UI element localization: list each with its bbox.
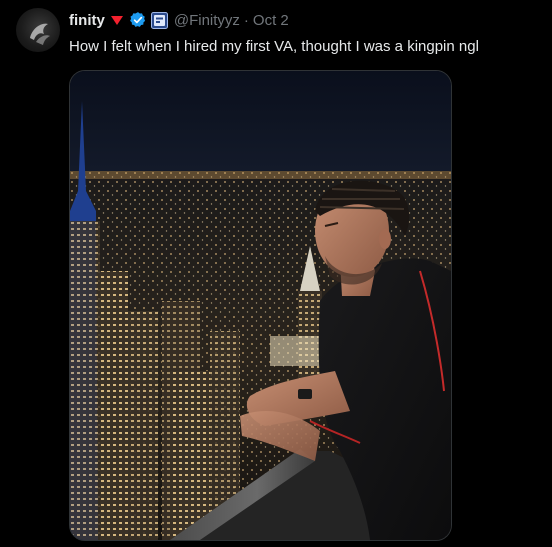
tweet-text: How I felt when I hired my first VA, tho… (69, 38, 479, 55)
tweet-media-photo[interactable] (69, 70, 452, 541)
verified-badge-icon[interactable] (129, 11, 147, 29)
tweet-date[interactable]: Oct 2 (253, 12, 289, 29)
user-handle[interactable]: @Finityyz (174, 12, 240, 29)
tweet-card[interactable]: finity @Finityyz · Oct 2 How I felt when… (0, 0, 552, 547)
affiliate-badge-icon[interactable] (150, 11, 168, 29)
tweet-header: finity @Finityyz · Oct 2 (69, 9, 289, 31)
red-triangle-emoji-icon (109, 12, 125, 28)
separator-dot: · (243, 11, 249, 29)
night-city-photo (70, 71, 451, 540)
avatar[interactable] (16, 8, 60, 52)
display-name[interactable]: finity (69, 12, 105, 29)
avatar-image (30, 23, 50, 45)
